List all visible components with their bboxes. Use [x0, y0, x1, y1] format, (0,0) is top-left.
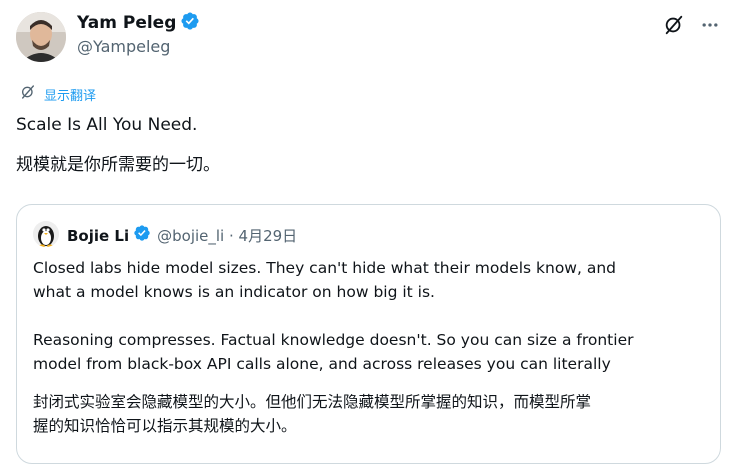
author-handle[interactable]: @Yampeleg — [77, 36, 170, 58]
translate-label[interactable]: 显示翻译 — [44, 85, 96, 104]
translate-icon — [20, 84, 36, 104]
quoted-tweet[interactable]: Bojie Li @bojie_li · 4月29日 Closed labs h… — [16, 204, 721, 464]
grok-icon[interactable] — [663, 14, 685, 36]
author-name[interactable]: Yam Peleg — [77, 13, 176, 33]
quoted-text-line: 握的知识恰恰可以指示其规模的大小。 — [33, 417, 297, 435]
quoted-header: Bojie Li @bojie_li · 4月29日 — [67, 224, 297, 248]
show-translation-link[interactable]: 显示翻译 — [20, 84, 96, 104]
quoted-author-name[interactable]: Bojie Li — [67, 225, 129, 247]
more-icon[interactable] — [699, 14, 721, 36]
quoted-text-line: Closed labs hide model sizes. They can't… — [33, 259, 616, 277]
tweet-text-line-1: Scale Is All You Need. — [16, 115, 198, 135]
tweet-text-line-2: 规模就是你所需要的一切。 — [16, 155, 220, 175]
quoted-author-avatar[interactable] — [33, 221, 59, 247]
author-name-row[interactable]: Yam Peleg — [77, 11, 200, 37]
verified-badge-icon — [133, 224, 151, 248]
quoted-text-line: Reasoning compresses. Factual knowledge … — [33, 331, 634, 349]
verified-badge-icon — [180, 11, 200, 37]
author-avatar[interactable] — [16, 12, 66, 62]
quoted-text-line: what a model knows is an indicator on ho… — [33, 283, 435, 301]
tweet-actions-top — [663, 14, 721, 36]
quoted-text-line: 封闭式实验室会隐藏模型的大小。但他们无法隐藏模型所掌握的知识，而模型所掌 — [33, 393, 592, 411]
quoted-handle-date[interactable]: @bojie_li · 4月29日 — [157, 225, 297, 247]
quoted-text-line: model from black-box API calls alone, an… — [33, 355, 611, 373]
